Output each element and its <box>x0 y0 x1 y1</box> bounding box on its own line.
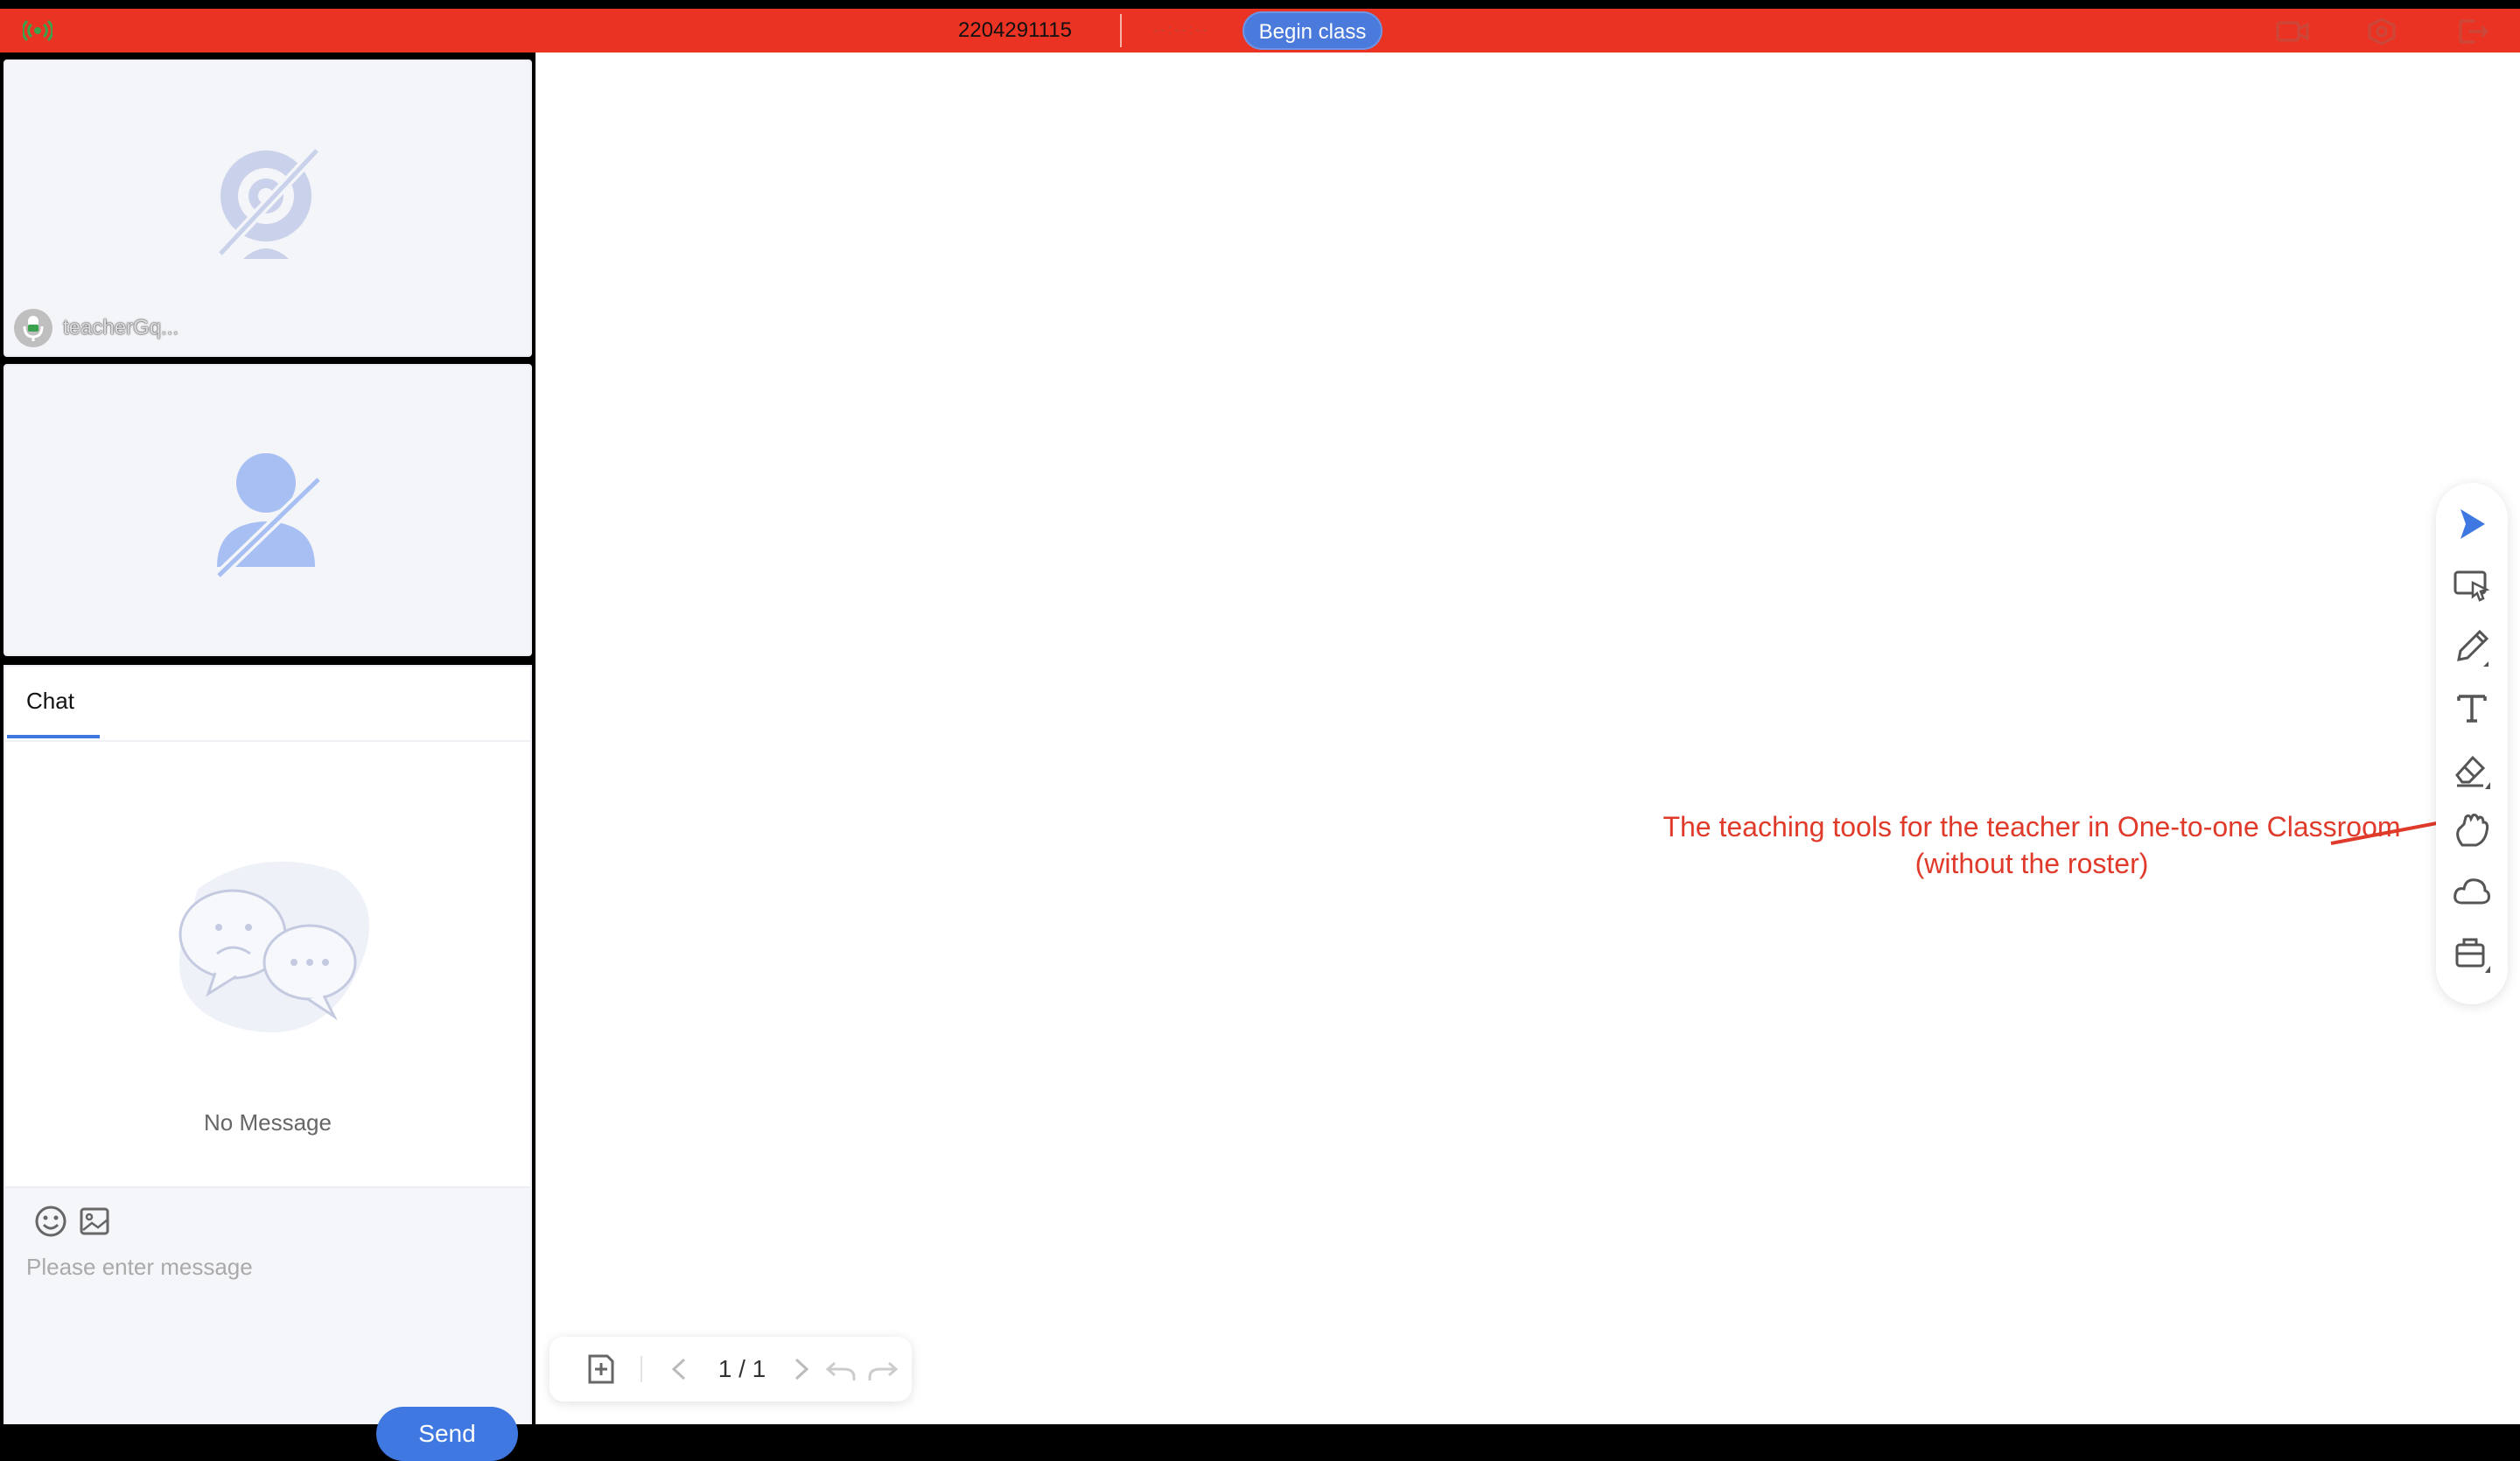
settings-icon[interactable] <box>2364 17 2399 45</box>
left-column: teacherGq... Chat No Message Please ente… <box>4 59 532 1461</box>
tab-chat[interactable]: Chat <box>26 688 74 715</box>
exit-icon[interactable] <box>2455 17 2490 45</box>
teacher-name-tag: teacherGq... <box>14 308 178 348</box>
text-icon[interactable] <box>2452 688 2492 728</box>
select-arrow-icon[interactable] <box>2452 504 2492 544</box>
student-video-tile <box>4 364 532 656</box>
chat-panel: Chat No Message Please enter message Sen… <box>4 665 532 1461</box>
toolbox-icon[interactable] <box>2452 933 2492 973</box>
cloud-icon[interactable] <box>2452 871 2492 912</box>
image-upload-icon[interactable] <box>79 1206 110 1237</box>
add-page-icon[interactable] <box>584 1353 618 1386</box>
undo-icon[interactable] <box>824 1354 858 1384</box>
teaching-toolbar <box>2436 483 2508 1004</box>
chat-input-area: Send <box>5 1186 530 1461</box>
camera-off-icon <box>216 146 321 259</box>
whiteboard[interactable]: The teaching tools for the teacher in On… <box>536 52 2520 1424</box>
no-message-text: No Message <box>204 1109 332 1136</box>
teacher-name: teacherGq... <box>63 316 179 339</box>
page-indicator: 1 / 1 <box>718 1355 766 1382</box>
chat-divider <box>5 740 530 742</box>
mic-icon <box>14 309 52 347</box>
laser-pointer-icon[interactable] <box>2452 565 2492 605</box>
emoji-icon[interactable] <box>33 1204 68 1239</box>
eraser-icon[interactable] <box>2452 749 2492 789</box>
message-input[interactable] <box>26 1249 516 1284</box>
topbar-divider <box>1120 14 1122 47</box>
teacher-video-tile: teacherGq... <box>4 59 532 357</box>
next-page-icon[interactable] <box>786 1354 816 1384</box>
send-button[interactable]: Send <box>376 1407 518 1461</box>
page-controls: 1 / 1 <box>550 1337 912 1402</box>
pen-icon[interactable] <box>2452 626 2492 667</box>
hand-icon[interactable] <box>2452 810 2492 850</box>
redo-icon[interactable] <box>866 1354 900 1384</box>
no-message-illustration <box>178 861 369 1032</box>
class-timer: --:--:-- <box>1153 23 1210 38</box>
app-window: 2204291115 --:--:-- Begin class teacherG… <box>0 0 2520 1461</box>
network-signal-icon <box>23 19 52 42</box>
top-bar: 2204291115 --:--:-- Begin class <box>0 9 2520 52</box>
pager-divider <box>640 1356 642 1382</box>
record-video-icon[interactable] <box>2275 17 2310 45</box>
prev-page-icon[interactable] <box>665 1354 695 1384</box>
tab-underline <box>7 735 100 738</box>
begin-class-button[interactable]: Begin class <box>1242 11 1382 50</box>
student-offline-icon <box>214 453 323 580</box>
room-id: 2204291115 <box>958 18 1072 42</box>
